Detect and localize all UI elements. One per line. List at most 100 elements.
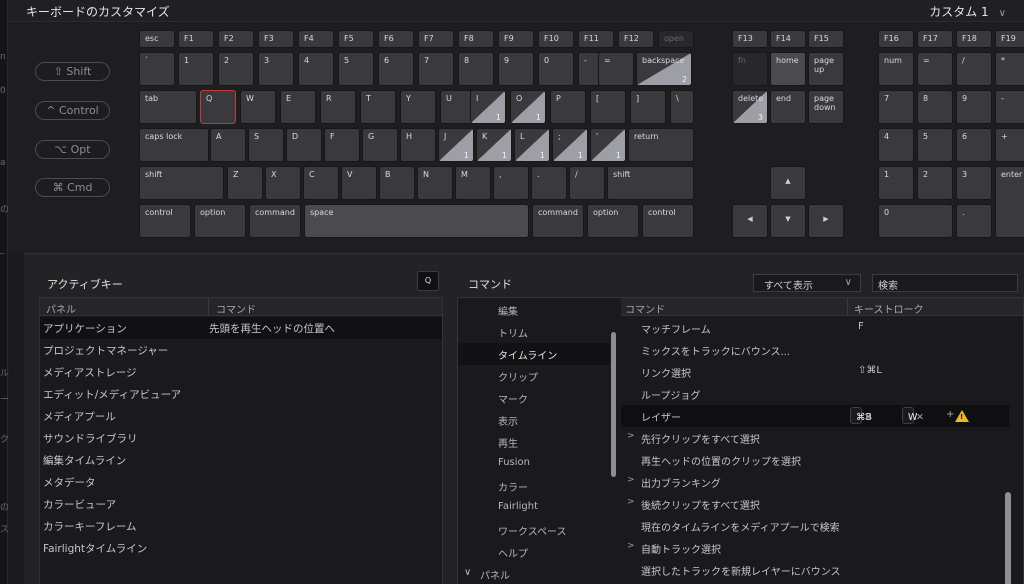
key-r[interactable]: R xyxy=(320,90,356,124)
key-num-enter[interactable]: enter xyxy=(995,166,1024,238)
command-row[interactable]: 現在のタイムラインをメディアプールで検索 xyxy=(621,515,1009,537)
key-c[interactable]: C xyxy=(303,166,339,200)
key-caps-lock[interactable]: caps lock xyxy=(139,128,209,162)
key-7[interactable]: 7 xyxy=(418,52,454,86)
key-return[interactable]: return xyxy=(628,128,694,162)
option-modifier-toggle[interactable]: ⌥ Opt xyxy=(35,140,110,159)
key-right-bracket[interactable]: ] xyxy=(630,90,666,124)
category-item[interactable]: 表示 xyxy=(458,409,610,431)
key-num-equals[interactable]: = xyxy=(917,52,953,86)
chevron-right-icon[interactable]: > xyxy=(627,541,635,551)
command-search-input[interactable]: 検索 xyxy=(872,274,1018,292)
command-row[interactable]: ミックスをトラックにバウンス... xyxy=(621,339,1009,361)
key-f19[interactable]: F19 xyxy=(995,30,1024,48)
key-num-period[interactable]: . xyxy=(956,204,992,238)
key-1[interactable]: 1 xyxy=(178,52,214,86)
command-row-selected[interactable]: レイザー ⌘B ✕ W ✕ + ! xyxy=(621,405,1009,427)
key-p[interactable]: P xyxy=(550,90,586,124)
close-icon[interactable]: ✕ xyxy=(864,412,872,423)
control-modifier-toggle[interactable]: ^ Control xyxy=(35,101,110,120)
table-row[interactable]: メタデータ xyxy=(40,471,442,493)
key-e[interactable]: E xyxy=(280,90,316,124)
command-row[interactable]: 選択したトラックを新規レイヤーにバウンス xyxy=(621,559,1009,581)
key-end[interactable]: end xyxy=(770,90,806,124)
category-item[interactable]: 再生 xyxy=(458,431,610,453)
key-num-minus[interactable]: - xyxy=(995,90,1024,124)
key-0[interactable]: 0 xyxy=(538,52,574,86)
key-num-6[interactable]: 6 xyxy=(956,128,992,162)
category-item[interactable]: トリム xyxy=(458,321,610,343)
command-row[interactable]: > 出力ブランキング xyxy=(621,471,1009,493)
key-slash[interactable]: / xyxy=(569,166,605,200)
key-5[interactable]: 5 xyxy=(338,52,374,86)
key-page-up[interactable]: page up xyxy=(808,52,844,86)
key-f4[interactable]: F4 xyxy=(298,30,334,48)
key-right-command[interactable]: command xyxy=(532,204,584,238)
chevron-right-icon[interactable]: > xyxy=(627,431,635,441)
category-scrollbar[interactable] xyxy=(611,332,616,477)
keystroke-chip[interactable]: ⌘B ✕ xyxy=(850,407,872,424)
key-semicolon[interactable]: ; 1 xyxy=(552,128,588,162)
category-item[interactable]: Fairlight xyxy=(458,497,610,519)
key-s[interactable]: S xyxy=(248,128,284,162)
key-z[interactable]: Z xyxy=(227,166,263,200)
key-arrow-right[interactable]: ▶ xyxy=(808,204,844,238)
key-9[interactable]: 9 xyxy=(498,52,534,86)
key-num-1[interactable]: 1 xyxy=(878,166,914,200)
table-row[interactable]: 編集タイムライン xyxy=(40,449,442,471)
key-m[interactable]: M xyxy=(455,166,491,200)
key-num-3[interactable]: 3 xyxy=(956,166,992,200)
category-item[interactable]: ∨ パネル xyxy=(458,563,610,584)
key-y[interactable]: Y xyxy=(400,90,436,124)
key-backslash[interactable]: \ xyxy=(670,90,694,124)
key-arrow-up[interactable]: ▲ xyxy=(770,166,806,200)
key-num-plus[interactable]: + xyxy=(995,128,1024,162)
key-4[interactable]: 4 xyxy=(298,52,334,86)
key-arrow-left[interactable]: ◀ xyxy=(732,204,768,238)
chevron-right-icon[interactable]: > xyxy=(627,475,635,485)
key-3[interactable]: 3 xyxy=(258,52,294,86)
key-i[interactable]: I1 xyxy=(470,90,506,124)
key-f[interactable]: F xyxy=(324,128,360,162)
key-num-asterisk[interactable]: * xyxy=(995,52,1024,86)
category-item[interactable]: ワークスペース xyxy=(458,519,610,541)
key-delete[interactable]: delete 3 xyxy=(732,90,768,124)
key-f3[interactable]: F3 xyxy=(258,30,294,48)
key-left-command[interactable]: command xyxy=(249,204,301,238)
preset-dropdown[interactable]: カスタム 1 ∨ xyxy=(929,3,1006,20)
key-left-bracket[interactable]: [ xyxy=(590,90,626,124)
key-f8[interactable]: F8 xyxy=(458,30,494,48)
command-row[interactable]: ループジョグ xyxy=(621,383,1009,405)
category-item[interactable]: ヘルプ xyxy=(458,541,610,563)
shift-modifier-toggle[interactable]: ⇧ Shift xyxy=(35,62,110,81)
key-l[interactable]: L1 xyxy=(514,128,550,162)
key-num-7[interactable]: 7 xyxy=(878,90,914,124)
key-num-8[interactable]: 8 xyxy=(917,90,953,124)
key-right-control[interactable]: control xyxy=(642,204,694,238)
command-scrollbar[interactable] xyxy=(1005,492,1011,584)
category-item[interactable]: クリップ xyxy=(458,365,610,387)
key-f16[interactable]: F16 xyxy=(878,30,914,48)
key-v[interactable]: V xyxy=(341,166,377,200)
key-d[interactable]: D xyxy=(286,128,322,162)
table-row[interactable]: アプリケーション 先頭を再生ヘッドの位置へ xyxy=(40,317,442,339)
category-item[interactable]: 編集 xyxy=(458,299,610,321)
key-period[interactable]: . xyxy=(531,166,567,200)
key-x[interactable]: X xyxy=(265,166,301,200)
key-f18[interactable]: F18 xyxy=(956,30,992,48)
key-f10[interactable]: F10 xyxy=(538,30,574,48)
key-f7[interactable]: F7 xyxy=(418,30,454,48)
key-num-2[interactable]: 2 xyxy=(917,166,953,200)
table-row[interactable]: メディアプール xyxy=(40,405,442,427)
key-space[interactable]: space xyxy=(304,204,529,238)
close-icon[interactable]: ✕ xyxy=(916,412,924,423)
table-row[interactable]: カラーキーフレーム xyxy=(40,515,442,537)
table-row[interactable]: メディアストレージ xyxy=(40,361,442,383)
chevron-right-icon[interactable]: > xyxy=(627,497,635,507)
command-row[interactable]: マッチフレーム F xyxy=(621,317,1009,339)
category-item[interactable]: カラー xyxy=(458,475,610,497)
key-quote[interactable]: ' 1 xyxy=(590,128,626,162)
key-a[interactable]: A xyxy=(210,128,246,162)
table-row[interactable]: Fairlightタイムライン xyxy=(40,537,442,559)
table-row[interactable]: プロジェクトマネージャー xyxy=(40,339,442,361)
